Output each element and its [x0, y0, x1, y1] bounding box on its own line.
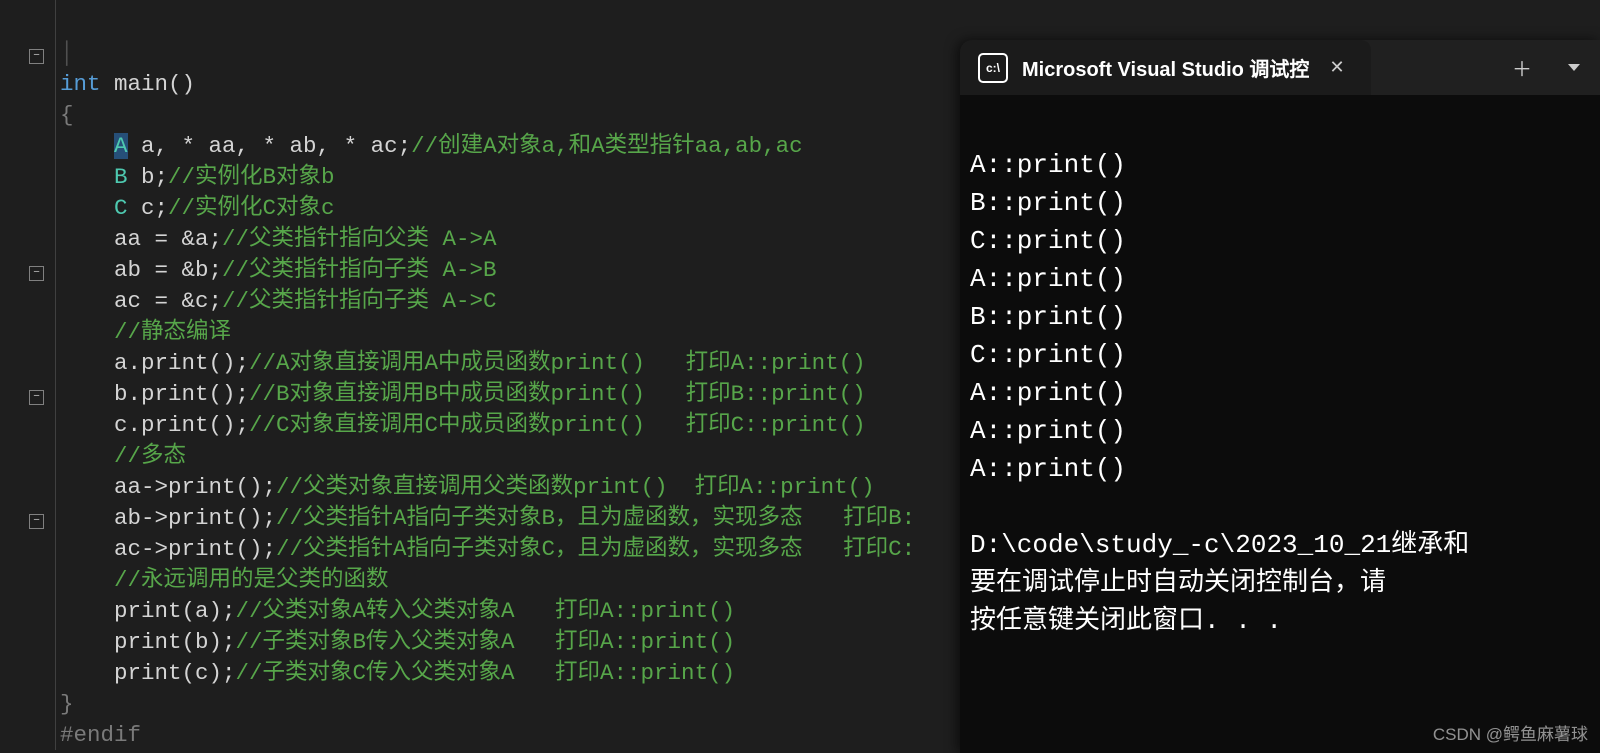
comment: //父类对象直接调用父类函数print() 打印A::print() — [276, 474, 875, 500]
func-name: main — [114, 71, 168, 97]
brace: { — [60, 102, 74, 128]
comment: //子类对象C传入父类对象A 打印A::print() — [236, 660, 736, 686]
endif-directive: #endif — [60, 722, 141, 748]
brace: } — [60, 691, 74, 717]
type-a: A — [114, 133, 128, 159]
comment: //B对象直接调用B中成员函数print() 打印B::print() — [249, 381, 866, 407]
terminal-titlebar[interactable]: c:\ Microsoft Visual Studio 调试控 ✕ ＋ — [960, 40, 1600, 95]
output-line: C::print() — [970, 226, 1126, 256]
output-line: A::print() — [970, 378, 1126, 408]
output-line: D:\code\study_-c\2023_10_21继承和 — [970, 530, 1469, 560]
type-b: B — [114, 164, 128, 190]
output-line: A::print() — [970, 416, 1126, 446]
output-line: A::print() — [970, 264, 1126, 294]
output-line: C::print() — [970, 340, 1126, 370]
comment: //永远调用的是父类的函数 — [114, 567, 389, 593]
comment: //A对象直接调用A中成员函数print() 打印A::print() — [249, 350, 866, 376]
comment: //父类指针指向子类 A->B — [222, 257, 497, 283]
fold-toggle-icon[interactable]: − — [29, 266, 44, 281]
type-c: C — [114, 195, 128, 221]
terminal-icon: c:\ — [978, 53, 1008, 83]
comment: //静态编译 — [114, 319, 231, 345]
output-line: B::print() — [970, 188, 1126, 218]
code-editor[interactable]: − − − − │ int main() { A a, * aa, * ab, … — [0, 0, 955, 753]
output-line: A::print() — [970, 454, 1126, 484]
fold-gutter: − − − − — [30, 0, 50, 753]
comment: //C对象直接调用C中成员函数print() 打印C::print() — [249, 412, 866, 438]
watermark: CSDN @鳄鱼麻薯球 — [1433, 720, 1588, 745]
comment: //多态 — [114, 443, 186, 469]
fold-toggle-icon[interactable]: − — [29, 514, 44, 529]
indent-guide — [55, 0, 56, 750]
output-line: 按任意键关闭此窗口. . . — [970, 606, 1282, 636]
tab-dropdown-button[interactable] — [1548, 40, 1600, 95]
new-tab-button[interactable]: ＋ — [1496, 40, 1548, 95]
comment: //实例化C对象c — [168, 195, 335, 221]
terminal-output[interactable]: A::print() B::print() C::print() A::prin… — [960, 121, 1600, 640]
comment: //父类对象A转入父类对象A 打印A::print() — [236, 598, 736, 624]
titlebar-actions: ＋ — [1496, 40, 1600, 95]
terminal-window: c:\ Microsoft Visual Studio 调试控 ✕ ＋ A::p… — [960, 40, 1600, 753]
terminal-tab-title: Microsoft Visual Studio 调试控 — [1022, 53, 1309, 82]
comment: //实例化B对象b — [168, 164, 335, 190]
comment: //父类指针A指向子类对象B，且为虚函数，实现多态 打印B: — [276, 505, 915, 531]
output-line: 要在调试停止时自动关闭控制台，请 — [970, 568, 1386, 598]
fold-toggle-icon[interactable]: − — [29, 49, 44, 64]
comment: //父类指针指向父类 A->A — [222, 226, 497, 252]
close-icon[interactable]: ✕ — [1323, 53, 1350, 82]
comment: //子类对象B传入父类对象A 打印A::print() — [236, 629, 736, 655]
comment: //父类指针指向子类 A->C — [222, 288, 497, 314]
terminal-tab[interactable]: c:\ Microsoft Visual Studio 调试控 ✕ — [960, 40, 1371, 95]
keyword: int — [60, 71, 101, 97]
fold-toggle-icon[interactable]: − — [29, 390, 44, 405]
comment: //创建A对象a,和A类型指针aa,ab,ac — [411, 133, 803, 159]
chevron-down-icon — [1568, 64, 1580, 71]
output-line: A::print() — [970, 150, 1126, 180]
code-content[interactable]: │ int main() { A a, * aa, * ab, * ac;//创… — [60, 38, 915, 751]
comment: //父类指针A指向子类对象C，且为虚函数，实现多态 打印C: — [276, 536, 915, 562]
output-line: B::print() — [970, 302, 1126, 332]
